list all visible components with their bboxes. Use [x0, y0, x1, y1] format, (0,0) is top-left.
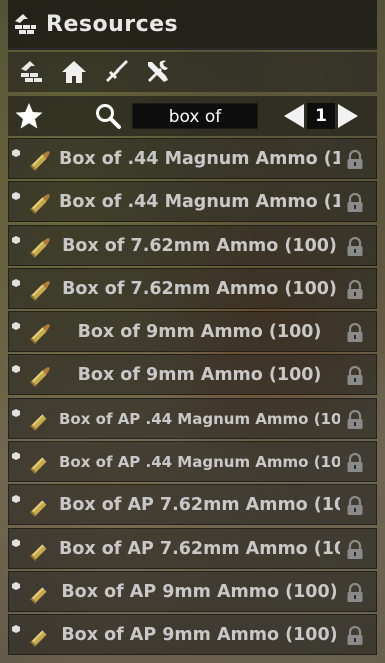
- lock-icon: [346, 193, 364, 213]
- ammo-icon: [25, 491, 57, 521]
- recipe-row[interactable]: Box of AP 9mm Ammo (100): [8, 614, 377, 656]
- search-bar: box of 1: [8, 96, 377, 136]
- lock-icon: [346, 496, 364, 516]
- recipe-row[interactable]: Box of 9mm Ammo (100): [8, 354, 377, 396]
- quality-icon: [12, 142, 20, 157]
- quality-icon: [12, 575, 20, 590]
- search-icon: [96, 104, 121, 129]
- tools-icon: [148, 60, 168, 82]
- recipe-label: Box of .44 Magnum Ammo (100): [59, 149, 340, 169]
- recipe-row[interactable]: Box of 7.62mm Ammo (100): [8, 224, 377, 266]
- ammo-icon: [25, 232, 57, 262]
- next-page-button[interactable]: [338, 104, 358, 128]
- resources-icon: [15, 14, 36, 34]
- lock-icon: [346, 582, 364, 603]
- recipe-row[interactable]: Box of AP 7.62mm Ammo (100): [8, 527, 377, 569]
- ammo-icon: [25, 145, 57, 175]
- lock-icon: [346, 626, 364, 646]
- lock-icon: [346, 323, 364, 343]
- recipe-label: Box of AP 9mm Ammo (100): [61, 625, 338, 646]
- quality-icon: [12, 358, 20, 374]
- recipe-label: Box of AP .44 Magnum Ammo (100): [59, 409, 340, 428]
- resources-panel: Resources box of 1 Box of .44 Magnum Amm…: [8, 0, 377, 663]
- ammo-icon: [25, 621, 57, 651]
- category-weapons-button[interactable]: [98, 54, 134, 90]
- star-icon: [15, 103, 43, 129]
- recipe-row[interactable]: Box of .44 Magnum Ammo (100): [8, 181, 377, 223]
- lock-icon: [346, 366, 364, 386]
- lock-icon: [346, 149, 364, 170]
- recipe-row[interactable]: Box of 9mm Ammo (100): [8, 311, 377, 353]
- recipe-label: Box of .44 Magnum Ammo (100): [59, 192, 340, 213]
- window-title: Resources: [46, 11, 179, 37]
- house-icon: [62, 61, 86, 83]
- weapon-icon: [106, 60, 128, 82]
- resources-icon: [21, 61, 42, 82]
- quality-icon: [12, 488, 20, 504]
- recipe-label: Box of AP 9mm Ammo (100): [61, 581, 338, 602]
- quality-icon: [12, 272, 20, 287]
- quality-icon: [12, 402, 20, 417]
- recipe-label: Box of 7.62mm Ammo (100): [62, 235, 337, 256]
- ammo-icon: [25, 578, 57, 608]
- recipe-list: Box of .44 Magnum Ammo (100) Box of .44 M…: [8, 138, 377, 658]
- quality-icon: [12, 618, 20, 634]
- quality-icon: [12, 445, 20, 461]
- recipe-row[interactable]: Box of AP .44 Magnum Ammo (100): [8, 397, 377, 439]
- category-building-button[interactable]: [56, 54, 92, 90]
- category-bar: [8, 52, 377, 92]
- recipe-row[interactable]: Box of 7.62mm Ammo (100): [8, 267, 377, 309]
- previous-page-button[interactable]: [284, 104, 304, 128]
- category-tools-button[interactable]: [140, 54, 176, 90]
- recipe-label: Box of 9mm Ammo (100): [77, 365, 322, 386]
- recipe-label: Box of AP 7.62mm Ammo (100): [59, 495, 340, 516]
- quality-icon: [12, 315, 20, 331]
- lock-icon: [346, 409, 364, 430]
- pager: 1: [284, 103, 358, 129]
- search-button[interactable]: [92, 100, 124, 132]
- quality-icon: [12, 185, 20, 201]
- ammo-icon: [25, 405, 57, 435]
- ammo-icon: [25, 535, 57, 565]
- favorites-button[interactable]: [12, 99, 46, 133]
- recipe-label: Box of AP 7.62mm Ammo (100): [59, 538, 340, 559]
- lock-icon: [346, 279, 364, 300]
- ammo-icon: [25, 275, 57, 305]
- quality-icon: [12, 229, 20, 244]
- category-resources-button[interactable]: [14, 54, 50, 90]
- search-input[interactable]: box of: [132, 103, 258, 129]
- recipe-row[interactable]: Box of AP .44 Magnum Ammo (100): [8, 441, 377, 483]
- page-number[interactable]: 1: [307, 103, 335, 129]
- recipe-label: Box of 9mm Ammo (100): [77, 322, 322, 343]
- ammo-icon: [25, 361, 57, 391]
- recipe-row[interactable]: Box of .44 Magnum Ammo (100): [8, 138, 377, 179]
- recipe-row[interactable]: Box of AP 7.62mm Ammo (100): [8, 484, 377, 526]
- title-bar: Resources: [8, 0, 377, 50]
- recipe-label: Box of 7.62mm Ammo (100): [62, 278, 337, 299]
- recipe-label: Box of AP .44 Magnum Ammo (100): [59, 453, 340, 472]
- lock-icon: [346, 539, 364, 560]
- ammo-icon: [25, 188, 57, 218]
- lock-icon: [346, 236, 364, 257]
- recipe-row[interactable]: Box of AP 9mm Ammo (100): [8, 570, 377, 612]
- ammo-icon: [25, 318, 57, 348]
- ammo-icon: [25, 448, 57, 478]
- lock-icon: [346, 453, 364, 473]
- quality-icon: [12, 532, 20, 547]
